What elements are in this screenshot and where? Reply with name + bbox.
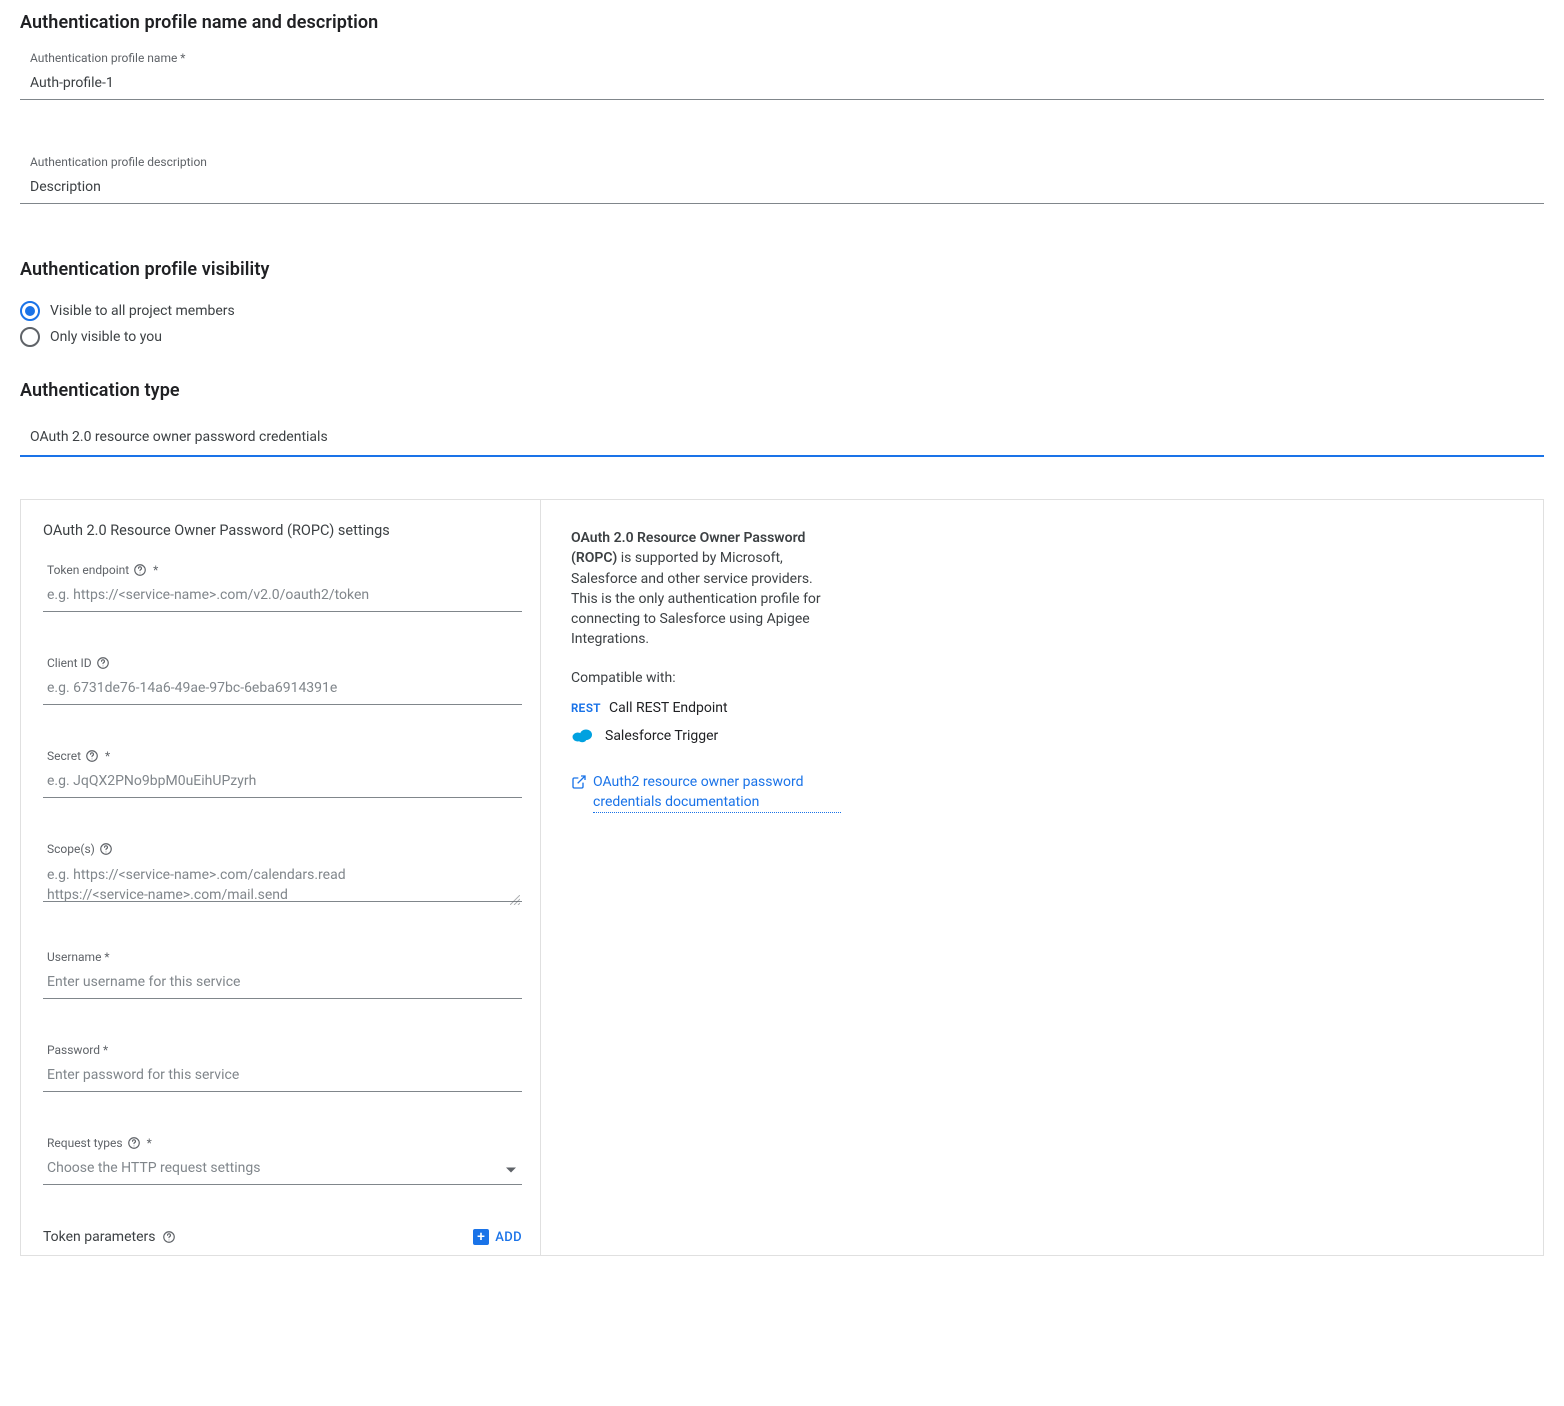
documentation-link-text: OAuth2 resource owner password credentia… (593, 772, 841, 814)
client-id-input[interactable] (43, 674, 522, 705)
section-heading-visibility: Authentication profile visibility (20, 259, 1544, 280)
client-id-field: Client ID (43, 656, 522, 705)
password-label: Password * (47, 1043, 108, 1057)
radio-unchecked-icon (20, 327, 40, 347)
label-text: Scope(s) (47, 842, 95, 856)
profile-desc-input[interactable] (20, 173, 1544, 204)
scopes-field: Scope(s) (43, 842, 522, 906)
required-asterisk: * (105, 749, 110, 763)
compatible-with-heading: Compatible with: (571, 670, 841, 686)
radio-checked-icon (20, 301, 40, 321)
required-asterisk: * (153, 563, 158, 577)
profile-name-field: Authentication profile name * (20, 51, 1544, 100)
password-field: Password * (43, 1043, 522, 1092)
username-input[interactable] (43, 968, 522, 999)
request-types-value: Choose the HTTP request settings (43, 1154, 522, 1185)
secret-field: Secret * (43, 749, 522, 798)
ropc-panel-title: OAuth 2.0 Resource Owner Password (ROPC)… (43, 522, 522, 539)
help-icon[interactable] (99, 842, 113, 856)
token-endpoint-label: Token endpoint * (47, 563, 158, 577)
scopes-label: Scope(s) (47, 842, 113, 856)
password-input[interactable] (43, 1061, 522, 1092)
compat-label: Salesforce Trigger (605, 728, 718, 744)
required-asterisk: * (147, 1136, 152, 1150)
ropc-settings-left: OAuth 2.0 Resource Owner Password (ROPC)… (21, 500, 541, 1255)
token-parameters-label: Token parameters (43, 1229, 176, 1245)
chevron-down-icon (506, 1167, 516, 1172)
token-parameters-row: Token parameters + ADD (43, 1229, 522, 1245)
ropc-settings-right: OAuth 2.0 Resource Owner Password (ROPC)… (541, 500, 881, 1255)
secret-input[interactable] (43, 767, 522, 798)
token-endpoint-input[interactable] (43, 581, 522, 612)
label-text: Token parameters (43, 1229, 156, 1245)
visibility-option-label: Visible to all project members (50, 303, 235, 319)
rest-icon: REST (571, 700, 599, 716)
salesforce-icon (571, 728, 595, 744)
compat-row-rest: REST Call REST Endpoint (571, 694, 841, 722)
documentation-link[interactable]: OAuth2 resource owner password credentia… (571, 772, 841, 814)
label-text: Token endpoint (47, 563, 129, 577)
profile-name-input[interactable] (20, 69, 1544, 100)
label-text: Client ID (47, 656, 92, 670)
help-icon[interactable] (96, 656, 110, 670)
label-text: Request types (47, 1136, 123, 1150)
ropc-description: OAuth 2.0 Resource Owner Password (ROPC)… (571, 528, 841, 650)
request-types-label: Request types * (47, 1136, 152, 1150)
add-token-param-button[interactable]: + ADD (473, 1229, 522, 1245)
client-id-label: Client ID (47, 656, 110, 670)
visibility-option-all[interactable]: Visible to all project members (20, 298, 1544, 324)
open-in-new-icon (571, 774, 587, 790)
request-types-field: Request types * Choose the HTTP request … (43, 1136, 522, 1185)
visibility-option-label: Only visible to you (50, 329, 162, 345)
ropc-settings-panel: OAuth 2.0 Resource Owner Password (ROPC)… (20, 499, 1544, 1256)
add-button-label: ADD (495, 1230, 522, 1245)
compat-label: Call REST Endpoint (609, 700, 728, 716)
compat-row-salesforce: Salesforce Trigger (571, 722, 841, 750)
profile-desc-field: Authentication profile description (20, 155, 1544, 204)
resize-grip-icon[interactable] (510, 893, 520, 903)
username-field: Username * (43, 950, 522, 999)
help-icon[interactable] (127, 1136, 141, 1150)
profile-desc-label: Authentication profile description (30, 155, 207, 169)
help-icon[interactable] (162, 1230, 176, 1244)
visibility-option-you[interactable]: Only visible to you (20, 324, 1544, 350)
username-label: Username * (47, 950, 110, 964)
visibility-radio-group: Visible to all project members Only visi… (20, 298, 1544, 350)
help-icon[interactable] (133, 563, 147, 577)
token-endpoint-field: Token endpoint * (43, 563, 522, 612)
secret-label: Secret * (47, 749, 110, 763)
profile-name-label: Authentication profile name * (30, 51, 185, 65)
auth-type-select[interactable]: OAuth 2.0 resource owner password creden… (20, 419, 1544, 457)
request-types-select[interactable]: Choose the HTTP request settings (43, 1154, 522, 1185)
scopes-input[interactable] (43, 860, 522, 902)
help-icon[interactable] (85, 749, 99, 763)
label-text: Secret (47, 749, 81, 763)
section-heading-auth-type: Authentication type (20, 380, 1544, 401)
section-heading-name-desc: Authentication profile name and descript… (20, 12, 1544, 33)
plus-icon: + (473, 1229, 489, 1245)
